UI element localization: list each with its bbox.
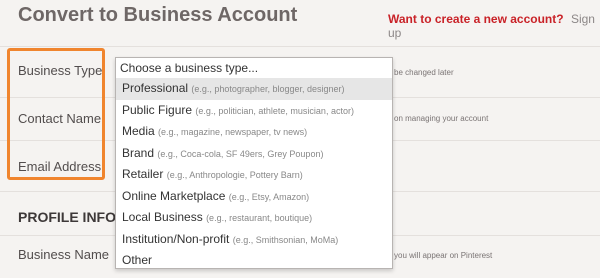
divider xyxy=(0,46,600,47)
option-label: Professional xyxy=(122,81,189,95)
business-type-option[interactable]: Media (e.g., magazine, newspaper, tv new… xyxy=(116,121,392,143)
option-label: Other xyxy=(122,253,153,267)
business-type-option[interactable]: Online Marketplace (e.g., Etsy, Amazon) xyxy=(116,186,392,208)
business-type-label: Business Type xyxy=(18,63,103,78)
option-example: (e.g., restaurant, boutique) xyxy=(206,213,313,223)
profile-info-heading: PROFILE INFO ( xyxy=(18,209,125,225)
business-name-label: Business Name xyxy=(18,247,110,262)
option-label: Media xyxy=(122,124,155,138)
option-example: (e.g., photographer, blogger, designer) xyxy=(191,84,345,94)
business-type-dropdown[interactable]: Choose a business type... Professional (… xyxy=(115,57,393,269)
contact-name-label: Contact Name xyxy=(18,111,102,126)
option-label: Public Figure xyxy=(122,102,193,117)
business-type-select-value[interactable]: Choose a business type... xyxy=(116,58,392,78)
page-title: Convert to Business Account xyxy=(18,4,298,26)
business-type-option[interactable]: Other xyxy=(116,250,392,272)
business-type-helper: be changed later xyxy=(394,68,454,77)
business-type-option[interactable]: Retailer (e.g., Anthropologie, Pottery B… xyxy=(116,164,392,186)
option-label: Brand xyxy=(122,145,155,160)
business-type-option[interactable]: Professional (e.g., photographer, blogge… xyxy=(116,78,392,100)
option-example: (e.g., magazine, newspaper, tv news) xyxy=(158,127,308,137)
option-label: Online Marketplace xyxy=(122,188,226,203)
signup-question: Want to create a new account? xyxy=(388,12,564,26)
contact-name-helper: on managing your account xyxy=(394,114,489,123)
business-name-helper: you will appear on Pinterest xyxy=(394,251,493,260)
option-example: (e.g., politician, athlete, musician, ac… xyxy=(195,105,354,116)
option-example: (e.g., Anthropologie, Pottery Barn) xyxy=(166,170,303,180)
option-example: (e.g., Smithsonian, MoMa) xyxy=(232,234,339,245)
option-label: Local Business xyxy=(122,210,203,224)
business-type-option[interactable]: Institution/Non-profit (e.g., Smithsonia… xyxy=(116,229,392,251)
option-example: (e.g., Coca-cola, SF 49ers, Grey Poupon) xyxy=(157,148,324,159)
business-type-option[interactable]: Public Figure (e.g., politician, athlete… xyxy=(116,100,392,122)
option-label: Retailer xyxy=(122,167,164,181)
signup-prompt: Want to create a new account? Sign up xyxy=(388,12,600,40)
option-example: (e.g., Etsy, Amazon) xyxy=(228,191,310,202)
business-type-option[interactable]: Local Business (e.g., restaurant, boutiq… xyxy=(116,207,392,229)
option-label: Institution/Non-profit xyxy=(122,231,230,246)
business-type-option[interactable]: Brand (e.g., Coca-cola, SF 49ers, Grey P… xyxy=(116,143,392,165)
email-address-label: Email Address xyxy=(18,159,102,174)
business-type-options: Professional (e.g., photographer, blogge… xyxy=(116,78,392,272)
